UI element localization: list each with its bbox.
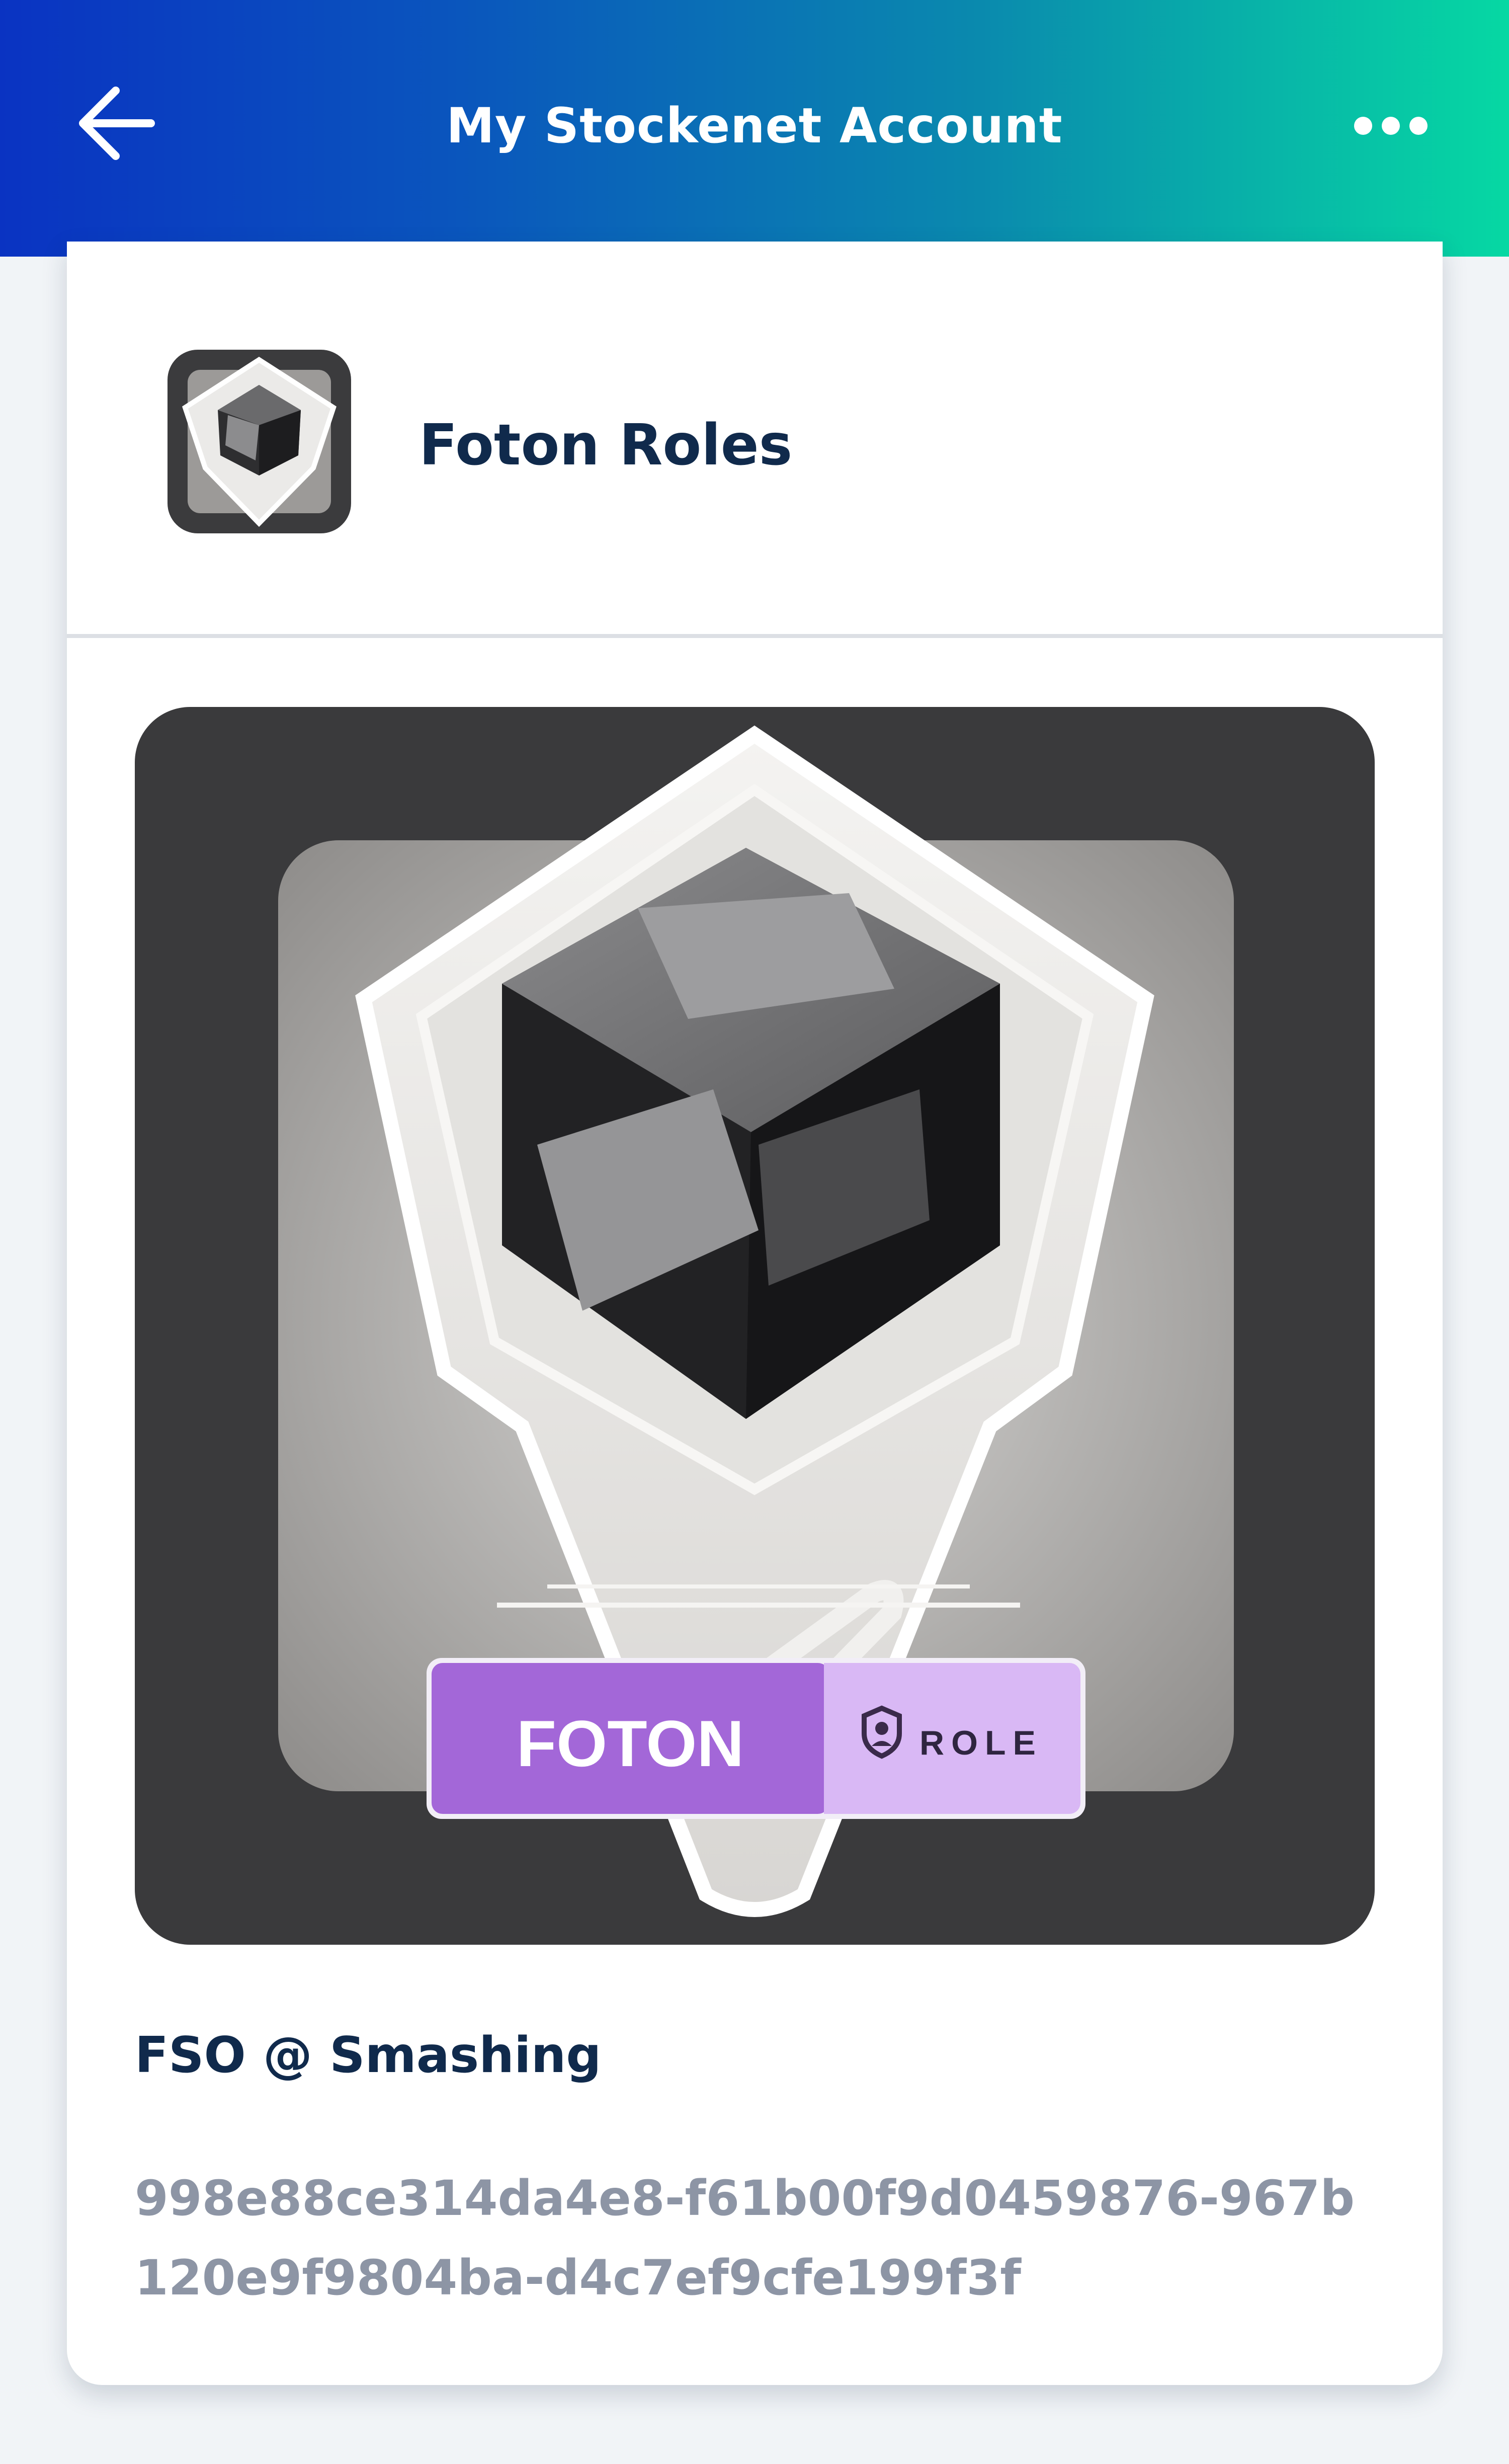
nft-id: 998e88ce314da4e8-f61b00f9d0459876-967b12… (135, 2170, 1355, 2306)
foton-gem-icon (167, 350, 351, 533)
app-header: My Stockenet Account (0, 0, 1509, 257)
badge-brand-text: FOTON (517, 1707, 744, 1780)
badge-type-text: ROLE (919, 1724, 1043, 1762)
collection-header[interactable]: Foton Roles (67, 242, 1443, 638)
nft-card: Foton Roles FOTON ROLE FSO @ Smashing 99… (67, 242, 1443, 2385)
more-horizontal-icon (1354, 117, 1428, 135)
collection-name: Foton Roles (419, 413, 793, 478)
more-options-button[interactable] (1353, 106, 1429, 146)
page-title: My Stockenet Account (446, 98, 1063, 154)
nft-name: FSO @ Smashing (135, 2027, 602, 2084)
nft-artwork[interactable]: FOTON ROLE (135, 707, 1375, 1945)
